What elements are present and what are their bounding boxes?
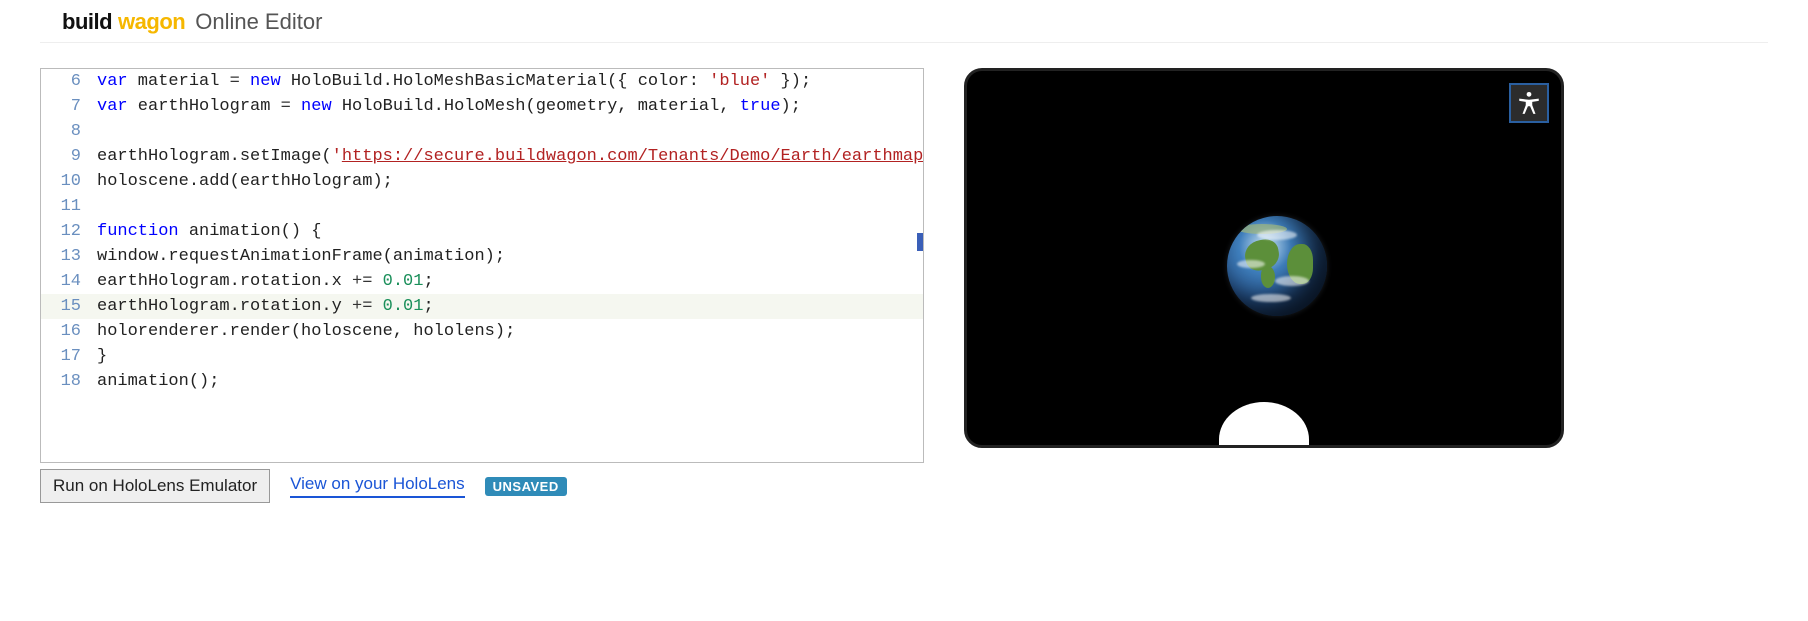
- code-line[interactable]: 15earthHologram.rotation.y += 0.01;: [41, 294, 923, 319]
- code-line[interactable]: 7var earthHologram = new HoloBuild.HoloM…: [41, 94, 923, 119]
- logo-prefix: build: [62, 10, 112, 34]
- code-line[interactable]: 10holoscene.add(earthHologram);: [41, 169, 923, 194]
- code-content[interactable]: holorenderer.render(holoscene, hololens)…: [91, 319, 515, 344]
- code-content[interactable]: function animation() {: [91, 219, 321, 244]
- line-number: 16: [41, 319, 91, 344]
- line-number: 18: [41, 369, 91, 394]
- code-line[interactable]: 9earthHologram.setImage('https://secure.…: [41, 144, 923, 169]
- line-number: 7: [41, 94, 91, 119]
- logo-accent: wagon: [118, 10, 185, 34]
- code-content[interactable]: earthHologram.setImage('https://secure.b…: [91, 144, 923, 169]
- code-content[interactable]: holoscene.add(earthHologram);: [91, 169, 393, 194]
- line-number: 15: [41, 294, 91, 319]
- editor-toolbar: Run on HoloLens Emulator View on your Ho…: [40, 463, 924, 503]
- unsaved-badge: UNSAVED: [485, 477, 567, 496]
- line-number: 11: [41, 194, 91, 219]
- code-content[interactable]: earthHologram.rotation.y += 0.01;: [91, 294, 434, 319]
- code-content[interactable]: var material = new HoloBuild.HoloMeshBas…: [91, 69, 811, 94]
- view-hololens-link[interactable]: View on your HoloLens: [290, 474, 465, 498]
- run-emulator-button[interactable]: Run on HoloLens Emulator: [40, 469, 270, 503]
- code-line[interactable]: 8: [41, 119, 923, 144]
- earth-hologram: [1227, 216, 1327, 316]
- line-number: 8: [41, 119, 91, 144]
- code-content[interactable]: [91, 119, 97, 144]
- code-content[interactable]: var earthHologram = new HoloBuild.HoloMe…: [91, 94, 801, 119]
- logo: buildwagon Online Editor: [62, 10, 1768, 34]
- hololens-preview[interactable]: [964, 68, 1564, 448]
- code-line[interactable]: 17}: [41, 344, 923, 369]
- page-title: Online Editor: [195, 10, 322, 34]
- header: buildwagon Online Editor: [40, 10, 1768, 43]
- code-content[interactable]: earthHologram.rotation.x += 0.01;: [91, 269, 434, 294]
- code-line[interactable]: 12function animation() {: [41, 219, 923, 244]
- code-line[interactable]: 18animation();: [41, 369, 923, 394]
- nose-cutout: [1219, 402, 1309, 447]
- line-number: 13: [41, 244, 91, 269]
- editor-overflow-marker: [917, 233, 923, 251]
- line-number: 10: [41, 169, 91, 194]
- code-content[interactable]: animation();: [91, 369, 219, 394]
- code-content[interactable]: window.requestAnimationFrame(animation);: [91, 244, 505, 269]
- code-line[interactable]: 11: [41, 194, 923, 219]
- line-number: 12: [41, 219, 91, 244]
- code-content[interactable]: [91, 194, 97, 219]
- code-line[interactable]: 6var material = new HoloBuild.HoloMeshBa…: [41, 69, 923, 94]
- line-number: 9: [41, 144, 91, 169]
- line-number: 17: [41, 344, 91, 369]
- line-number: 6: [41, 69, 91, 94]
- accessibility-icon[interactable]: [1509, 83, 1549, 123]
- code-content[interactable]: }: [91, 344, 107, 369]
- code-line[interactable]: 16holorenderer.render(holoscene, hololen…: [41, 319, 923, 344]
- code-line[interactable]: 13window.requestAnimationFrame(animation…: [41, 244, 923, 269]
- code-editor[interactable]: 6var material = new HoloBuild.HoloMeshBa…: [40, 68, 924, 463]
- line-number: 14: [41, 269, 91, 294]
- code-line[interactable]: 14earthHologram.rotation.x += 0.01;: [41, 269, 923, 294]
